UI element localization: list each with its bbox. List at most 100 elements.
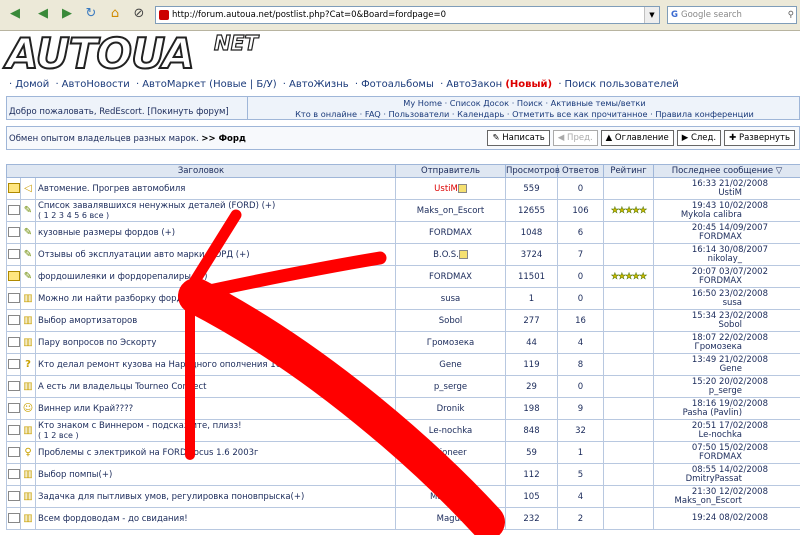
topic-title-link[interactable]: А есть ли владельцы Tourneo Connect xyxy=(38,382,207,392)
topic-title-link[interactable]: Выбор помпы(+) xyxy=(38,470,112,480)
last-post-user[interactable]: p_serge xyxy=(656,386,798,396)
topic-author[interactable]: Dronik xyxy=(437,404,465,414)
topic-pages[interactable]: ( 1 2 3 4 5 6 все ) xyxy=(38,211,109,220)
last-post-user[interactable]: Sobol xyxy=(656,320,798,330)
topic-pages[interactable]: ( 1 2 все ) xyxy=(38,431,79,440)
home-icon[interactable]: ⌂ xyxy=(106,5,124,23)
nav-item-market[interactable]: АвтоМаркет (Новые | Б/У) xyxy=(142,79,276,90)
site-logo[interactable]: AUTOUA NET xyxy=(5,30,259,75)
table-row[interactable]: ▥ Пару вопросов по Эскорту Громозека 44 4 18:… xyxy=(6,331,800,354)
last-post-user[interactable]: nikolay_ xyxy=(656,254,798,264)
last-post-date[interactable]: 19:24 08/02/2008 xyxy=(656,514,798,523)
nav-item-life[interactable]: АвтоЖизнь xyxy=(289,79,349,90)
topic-author[interactable]: B.O.S. xyxy=(433,250,459,260)
topic-title-link[interactable]: Виннер или Край???? xyxy=(38,404,133,414)
last-post-user[interactable]: susa xyxy=(656,298,798,308)
table-row[interactable]: ▥ Выбор амортизаторов Sobol 277 16 15:34 23/0… xyxy=(6,309,800,332)
topic-title-link[interactable]: Проблемы с электрикой на FORD Focus 1.6 … xyxy=(38,448,258,458)
topic-title-link[interactable]: Задачка для пытливых умов, регулировка п… xyxy=(38,492,304,502)
topic-title-link[interactable]: Выбор амортизаторов xyxy=(38,316,137,326)
col-replies[interactable]: Ответов xyxy=(557,164,605,178)
topic-title-link[interactable]: Всем фордоводам - до свидания! xyxy=(38,514,188,524)
topic-author[interactable]: Le-nochka xyxy=(429,426,473,436)
table-row[interactable]: ✎ кузовные размеры фордов (+) FORDMAX 1048 6… xyxy=(6,221,800,244)
topic-author[interactable]: Громозека xyxy=(427,338,475,348)
topic-title-link[interactable]: фордошилеяки и фордорепалиры (+) xyxy=(38,272,207,282)
topic-author[interactable]: pioneer xyxy=(434,448,466,458)
table-row[interactable]: ♀ Проблемы с электрикой на FORD Focus 1.6… xyxy=(6,441,800,464)
table-row[interactable]: ▥ Кто знаком с Виннером - подскажите, пли… xyxy=(6,419,800,442)
topic-title-link[interactable]: Список завалявшихся ненужных деталей (FO… xyxy=(38,201,275,211)
last-post-user[interactable]: Громозека xyxy=(656,342,798,352)
table-row[interactable]: ▥ А есть ли владельцы Tourneo Connect p_se… xyxy=(6,375,800,398)
table-row[interactable]: ▥ Всем фордоводам - до свидания! Magus 232 2… xyxy=(6,507,800,530)
last-post-user[interactable]: Pasha (Pavlin) xyxy=(656,408,798,418)
topic-author[interactable]: susa xyxy=(441,294,460,304)
address-dropdown-icon[interactable]: ▼ xyxy=(644,7,659,23)
topic-author[interactable]: Gene xyxy=(439,360,461,370)
last-post-user[interactable]: Mykola calibra xyxy=(656,210,798,220)
category-desc[interactable]: Обмен опытом владельцев разных марок. xyxy=(9,134,199,144)
last-post-user[interactable]: FORDMAX xyxy=(656,452,798,462)
col-author[interactable]: Отправитель xyxy=(395,164,507,178)
next-button[interactable]: ▶ След. xyxy=(676,130,722,146)
last-post-user[interactable]: FORDMAX xyxy=(656,232,798,242)
topic-author[interactable]: Sobol xyxy=(439,316,463,326)
table-row[interactable]: ▥ Выбор помпы(+) 112 5 08:55 14/02/2008 Dmitr… xyxy=(6,463,800,486)
topic-author[interactable]: FORDMAX xyxy=(429,272,472,282)
table-row[interactable]: ✎ Отзывы об эксплуатации авто марки ФОРД … xyxy=(6,243,800,266)
col-last[interactable]: Последнее сообщение ▽ xyxy=(653,164,800,178)
table-row[interactable]: ▥ Задачка для пытливых умов, регулировка … xyxy=(6,485,800,508)
col-title[interactable]: Заголовок xyxy=(5,164,397,178)
topic-title-link[interactable]: Можно ли найти разборку форда? xyxy=(38,294,192,304)
table-row[interactable]: ? Кто делал ремонт кузова на Народного оп… xyxy=(6,353,800,376)
contents-button[interactable]: ▲ Оглавление xyxy=(600,130,674,146)
nav-item-photos[interactable]: Фотоальбомы xyxy=(361,79,434,90)
back-icon[interactable]: ◀ xyxy=(6,5,24,23)
forum-links-line2[interactable]: Кто в онлайне · FAQ · Пользователи · Кал… xyxy=(252,109,797,120)
topic-views: 277 xyxy=(523,315,540,326)
topic-title-link[interactable]: Отзывы об эксплуатации авто марки ФОРД (… xyxy=(38,250,250,260)
nav-item-user-search[interactable]: Поиск пользователей xyxy=(565,79,679,90)
topic-author[interactable]: UstiM xyxy=(434,184,458,194)
table-row[interactable]: ✎ фордошилеяки и фордорепалиры (+) FORDMAX… xyxy=(6,265,800,288)
topic-title-link[interactable]: Пару вопросов по Эскорту xyxy=(38,338,156,348)
search-box[interactable]: G Google search ⚲ xyxy=(667,6,797,24)
last-post-user[interactable]: Le-nochka xyxy=(656,430,798,440)
search-icon[interactable]: ⚲ xyxy=(788,7,794,23)
table-row[interactable]: ☺ Виннер или Край???? Dronik 198 9 18:16 19/0… xyxy=(6,397,800,420)
last-post-user[interactable]: Maks_on_Escort xyxy=(656,496,798,506)
topic-views: 848 xyxy=(523,425,540,436)
topic-title-link[interactable]: Кто делал ремонт кузова на Народного опо… xyxy=(38,360,289,370)
last-post-user[interactable]: FORDMAX xyxy=(656,276,798,286)
nav-item-law[interactable]: АвтоЗакон xyxy=(446,79,502,90)
table-row[interactable]: ◁ Автомение. Прогрев автомобиля UstiM 559 0 1… xyxy=(6,177,800,200)
back-icon-2[interactable]: ◀ xyxy=(34,5,52,23)
col-rating[interactable]: Рейтинг xyxy=(603,164,655,178)
forum-links-line1[interactable]: My Home · Список Досок · Поиск · Активны… xyxy=(252,98,797,109)
expand-button[interactable]: ✚ Развернуть xyxy=(724,130,795,146)
table-row[interactable]: ✎ Список завалявшихся ненужных деталей (F… xyxy=(6,199,800,222)
topic-author[interactable]: Maks_on_Escort xyxy=(417,206,484,216)
topic-title-link[interactable]: Автомение. Прогрев автомобиля xyxy=(38,184,185,194)
stop-icon[interactable]: ⊘ xyxy=(130,5,148,23)
topic-author[interactable]: p_serge xyxy=(434,382,467,392)
refresh-icon[interactable]: ↻ xyxy=(82,5,100,23)
last-post-user[interactable]: Gene xyxy=(656,364,798,374)
topic-author[interactable]: Magus xyxy=(437,514,465,524)
topic-author[interactable]: FORDMAX xyxy=(429,228,472,238)
last-post-user[interactable]: DmitryPassat xyxy=(656,474,798,484)
topic-title-link[interactable]: Кто знаком с Виннером - подскажите, плиз… xyxy=(38,421,242,431)
nav-item-home[interactable]: Домой xyxy=(15,79,49,90)
topic-title-link[interactable]: кузовные размеры фордов (+) xyxy=(38,228,175,238)
last-post-user[interactable]: UstiM xyxy=(656,188,798,198)
prev-button[interactable]: ◀ Пред. xyxy=(552,130,598,146)
topic-author[interactable]: Maks_on_ xyxy=(430,492,471,502)
table-row[interactable]: ▥ Можно ли найти разборку форда? susa 1 0 16:… xyxy=(6,287,800,310)
welcome-text[interactable]: Добро пожаловать, RedEscort. [Покинуть ф… xyxy=(9,107,229,117)
forward-icon[interactable]: ▶ xyxy=(58,5,76,23)
write-button[interactable]: ✎ Написать xyxy=(487,130,550,146)
nav-item-news[interactable]: АвтоНовости xyxy=(62,79,130,90)
address-bar[interactable]: http://forum.autoua.net/postlist.php?Cat… xyxy=(155,6,660,24)
col-views[interactable]: Просмотров xyxy=(505,164,560,178)
